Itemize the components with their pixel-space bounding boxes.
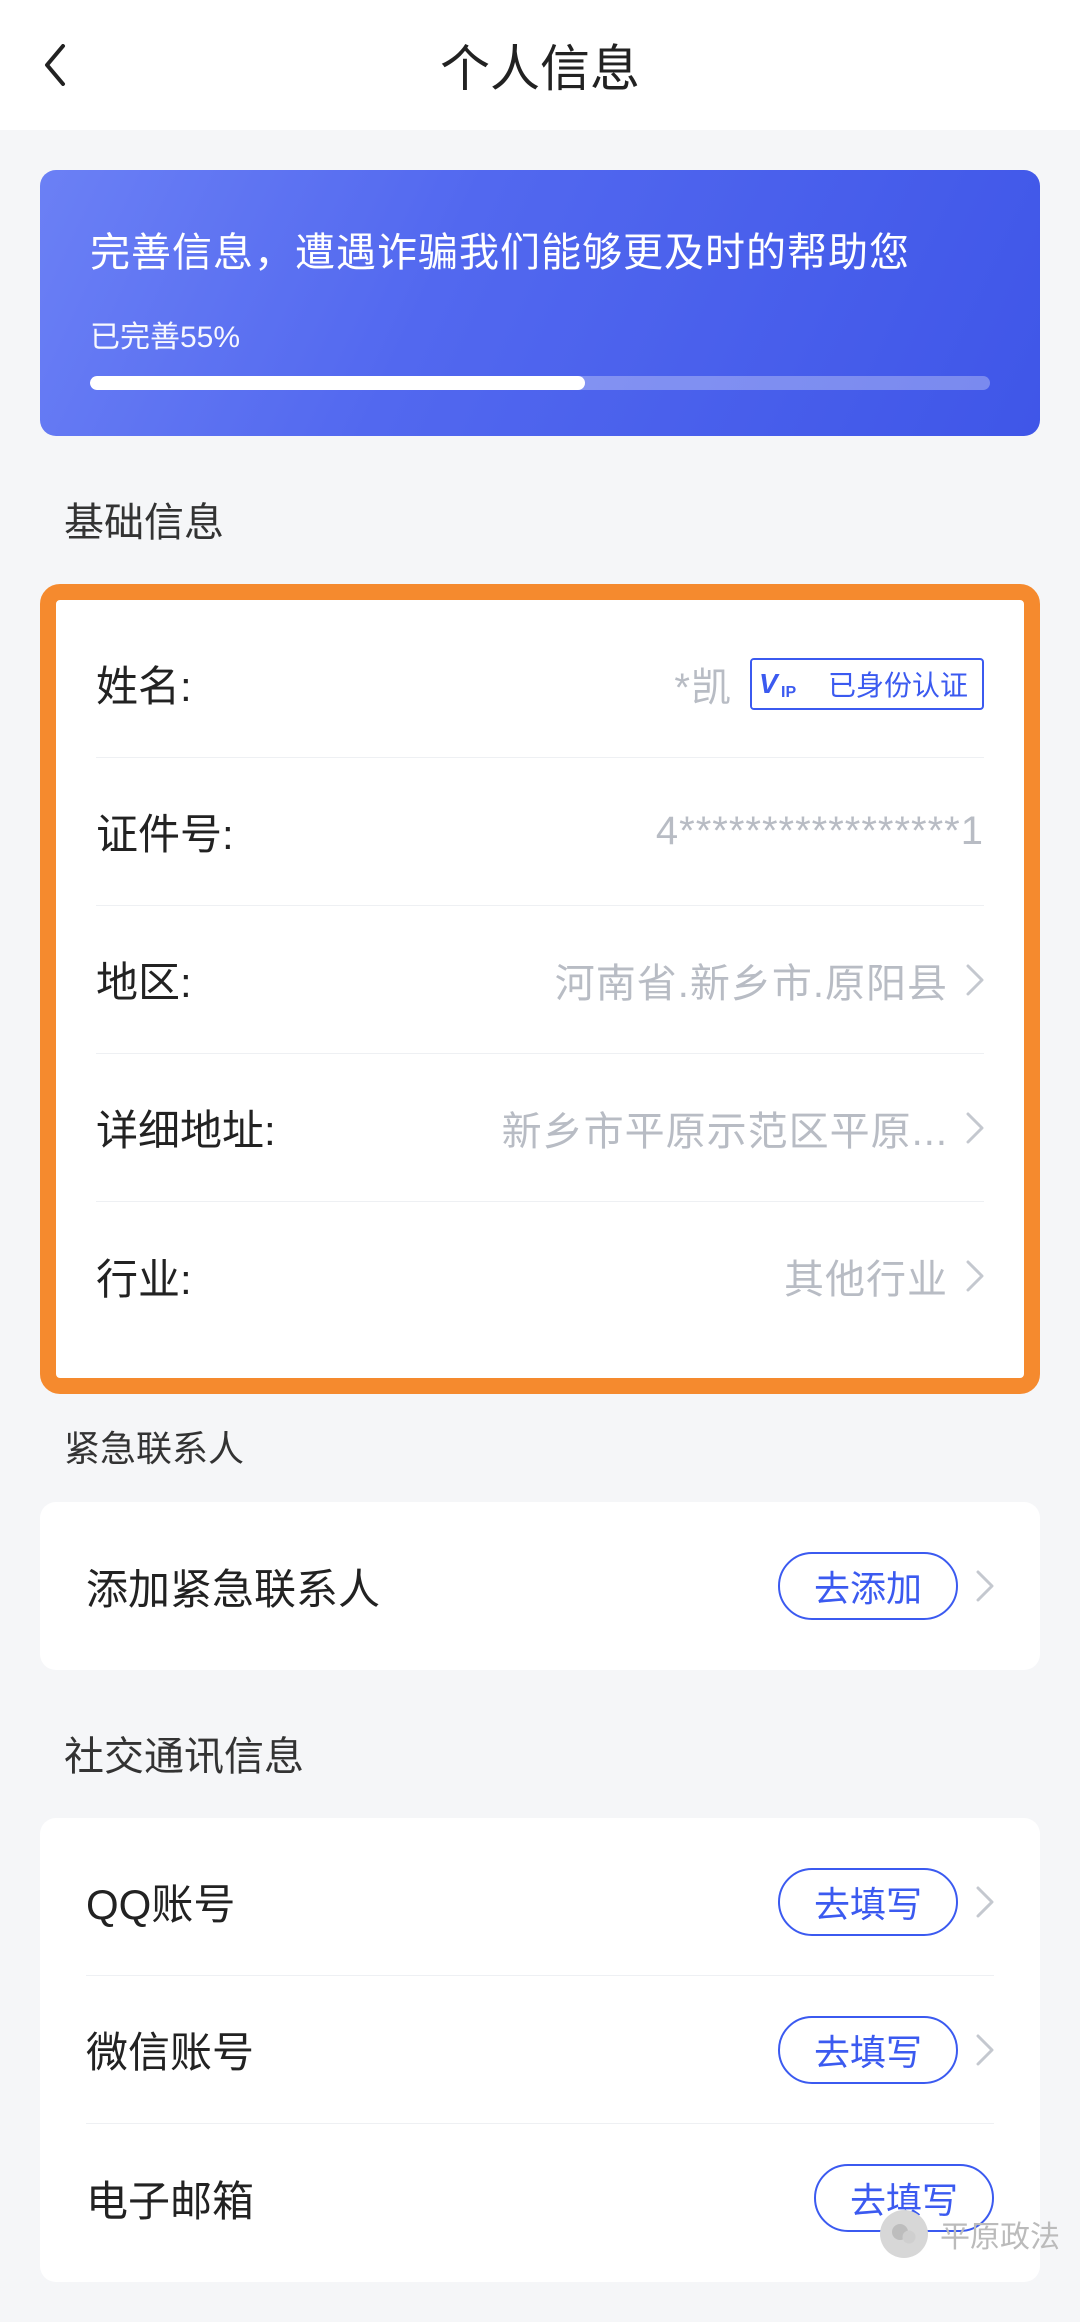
id-value: 4*****************1: [656, 809, 984, 854]
svg-text:IP: IP: [781, 684, 796, 701]
wechat-label: 微信账号: [86, 2019, 254, 2080]
chevron-right-icon: [966, 964, 984, 996]
row-name: 姓名: *凯 V IP 已身份认证: [96, 610, 984, 758]
verified-badge: V IP 已身份认证: [750, 658, 984, 710]
completion-banner: 完善信息，遭遇诈骗我们能够更及时的帮助您 已完善55%: [40, 170, 1040, 436]
chevron-right-icon: [966, 1112, 984, 1144]
row-qq[interactable]: QQ账号 去填写: [86, 1828, 994, 1976]
header-bar: 个人信息: [0, 0, 1080, 130]
qq-fill-button[interactable]: 去填写: [778, 1868, 958, 1936]
section-title-emergency: 紧急联系人: [40, 1394, 1040, 1502]
wechat-fill-button[interactable]: 去填写: [778, 2016, 958, 2084]
qq-label: QQ账号: [86, 1871, 235, 1932]
section-title-social: 社交通讯信息: [40, 1670, 1040, 1818]
basic-info-card: 姓名: *凯 V IP 已身份认证 证件号: 4****************…: [40, 584, 1040, 1394]
chevron-right-icon: [966, 1260, 984, 1292]
chevron-right-icon: [976, 2034, 994, 2066]
vip-icon: V IP: [752, 660, 814, 708]
industry-value: 其他行业: [784, 1247, 948, 1305]
watermark-text: 平原政法: [940, 2212, 1060, 2256]
banner-subtitle: 已完善55%: [90, 312, 990, 356]
region-label: 地区:: [96, 949, 192, 1010]
region-value: 河南省.新乡市.原阳县: [555, 951, 948, 1009]
chevron-right-icon: [976, 1570, 994, 1602]
row-email[interactable]: 电子邮箱 去填写: [86, 2124, 994, 2272]
name-label: 姓名:: [96, 653, 192, 714]
watermark: 平原政法: [880, 2210, 1060, 2258]
emergency-contact-card: 添加紧急联系人 去添加: [40, 1502, 1040, 1670]
name-value: *凯: [674, 655, 732, 713]
progress-bar: [90, 376, 990, 390]
row-industry[interactable]: 行业: 其他行业: [96, 1202, 984, 1350]
section-title-basic: 基础信息: [40, 436, 1040, 584]
industry-label: 行业:: [96, 1246, 192, 1307]
back-button[interactable]: [40, 40, 70, 90]
row-address[interactable]: 详细地址: 新乡市平原示范区平原...: [96, 1054, 984, 1202]
address-value: 新乡市平原示范区平原...: [502, 1099, 948, 1157]
chevron-right-icon: [976, 1886, 994, 1918]
page-title: 个人信息: [440, 29, 640, 101]
progress-fill: [90, 376, 585, 390]
banner-title: 完善信息，遭遇诈骗我们能够更及时的帮助您: [90, 220, 990, 278]
add-contact-label: 添加紧急联系人: [86, 1556, 380, 1617]
add-contact-button[interactable]: 去添加: [778, 1552, 958, 1620]
chevron-left-icon: [43, 44, 67, 86]
verified-text: 已身份认证: [814, 660, 982, 708]
row-wechat[interactable]: 微信账号 去填写: [86, 1976, 994, 2124]
row-id: 证件号: 4*****************1: [96, 758, 984, 906]
row-region[interactable]: 地区: 河南省.新乡市.原阳县: [96, 906, 984, 1054]
address-label: 详细地址:: [96, 1097, 276, 1158]
email-label: 电子邮箱: [86, 2168, 254, 2229]
row-add-emergency-contact[interactable]: 添加紧急联系人 去添加: [86, 1512, 994, 1660]
svg-text:V: V: [759, 668, 780, 699]
id-label: 证件号:: [96, 801, 234, 862]
wechat-icon: [880, 2210, 928, 2258]
